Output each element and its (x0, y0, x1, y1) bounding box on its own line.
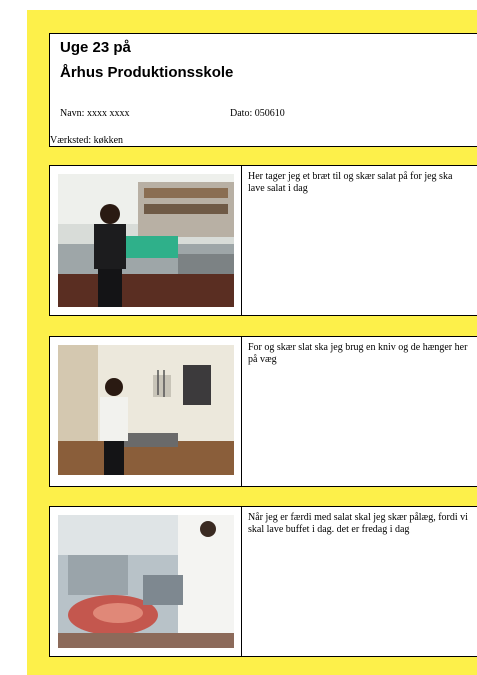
entry-text: For og skær slat ska jeg brug en kniv og… (248, 342, 468, 365)
entry-row: For og skær slat ska jeg brug en kniv og… (49, 336, 477, 487)
date-field: Dato: 050610 (230, 108, 285, 119)
entry-text: Her tager jeg et bræt til og skær salat … (248, 171, 453, 194)
kitchen-photo-meat (58, 515, 234, 648)
workshop-field: Værksted: køkken (50, 135, 124, 146)
name-field: Navn: xxxx xxxx (60, 108, 130, 119)
photo-cell (50, 166, 242, 315)
kitchen-photo-cutting-board (58, 174, 234, 307)
school-name: Århus Produktionsskole (60, 64, 234, 81)
page-title: Uge 23 på (60, 39, 131, 56)
entry-text: Når jeg er færdi med salat skal jeg skær… (248, 512, 468, 535)
photo-cell (50, 507, 242, 656)
entry-row: Her tager jeg et bræt til og skær salat … (49, 165, 477, 316)
entry-row: Når jeg er færdi med salat skal jeg skær… (49, 506, 477, 657)
kitchen-photo-knives (58, 345, 234, 475)
header-box: Uge 23 på Århus Produktionsskole Navn: x… (49, 33, 477, 147)
photo-cell (50, 337, 242, 486)
